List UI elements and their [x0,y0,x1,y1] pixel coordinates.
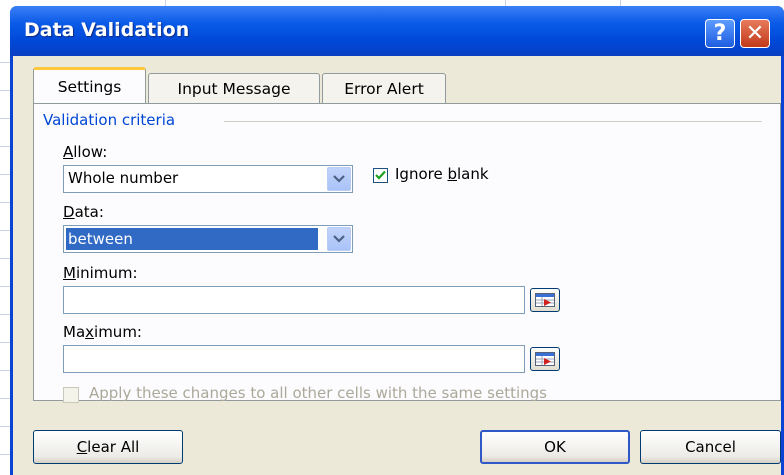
collapse-dialog-icon [535,352,555,366]
tab-error-alert-label: Error Alert [344,79,424,98]
dialog-body: Settings Input Message Error Alert Valid… [13,56,781,475]
title-bar[interactable]: Data Validation ? ✕ [10,6,784,56]
apply-all-label[interactable]: Apply these changes to all other cells w… [89,384,547,402]
minimum-label: Minimum: [63,264,138,282]
ok-label: OK [544,438,566,456]
apply-all-checkbox[interactable] [63,387,79,403]
data-value: between [66,228,318,250]
checkmark-icon [375,170,386,180]
cancel-button[interactable]: Cancel [640,430,781,464]
dialog-title: Data Validation [24,19,190,41]
tab-error-alert[interactable]: Error Alert [322,73,446,103]
validation-criteria-label: Validation criteria [43,111,182,129]
ignore-blank-label[interactable]: Ignore blank [395,165,489,183]
allow-value: Whole number [68,169,179,187]
chevron-down-icon[interactable] [327,167,351,191]
minimum-range-button[interactable] [530,288,560,312]
chevron-down-icon[interactable] [327,227,351,251]
ignore-blank-checkbox[interactable] [373,168,388,183]
data-dropdown[interactable]: between [63,225,353,253]
maximum-label: Maximum: [63,323,142,341]
help-button[interactable]: ? [705,19,735,48]
help-icon: ? [713,21,727,46]
close-icon: ✕ [745,21,765,46]
minimum-input[interactable] [63,286,525,314]
clear-all-button[interactable]: Clear All [33,430,183,464]
cancel-label: Cancel [685,438,736,456]
ok-button[interactable]: OK [480,430,630,464]
tab-input-message-label: Input Message [177,79,291,98]
tab-settings[interactable]: Settings [33,67,146,103]
maximum-range-button[interactable] [530,347,560,371]
settings-panel: Validation criteria Allow: Whole number … [33,103,781,403]
maximum-input[interactable] [63,345,525,373]
clear-all-label: Clear All [76,438,140,456]
tab-input-message[interactable]: Input Message [148,73,320,103]
tab-settings-label: Settings [57,77,122,96]
allow-label: Allow: [63,143,108,161]
data-validation-dialog: Data Validation ? ✕ Settings Input Messa… [10,6,784,475]
close-button[interactable]: ✕ [740,19,770,48]
data-label: Data: [63,203,104,221]
allow-dropdown[interactable]: Whole number [63,165,353,193]
group-divider [224,121,762,122]
collapse-dialog-icon [535,293,555,307]
